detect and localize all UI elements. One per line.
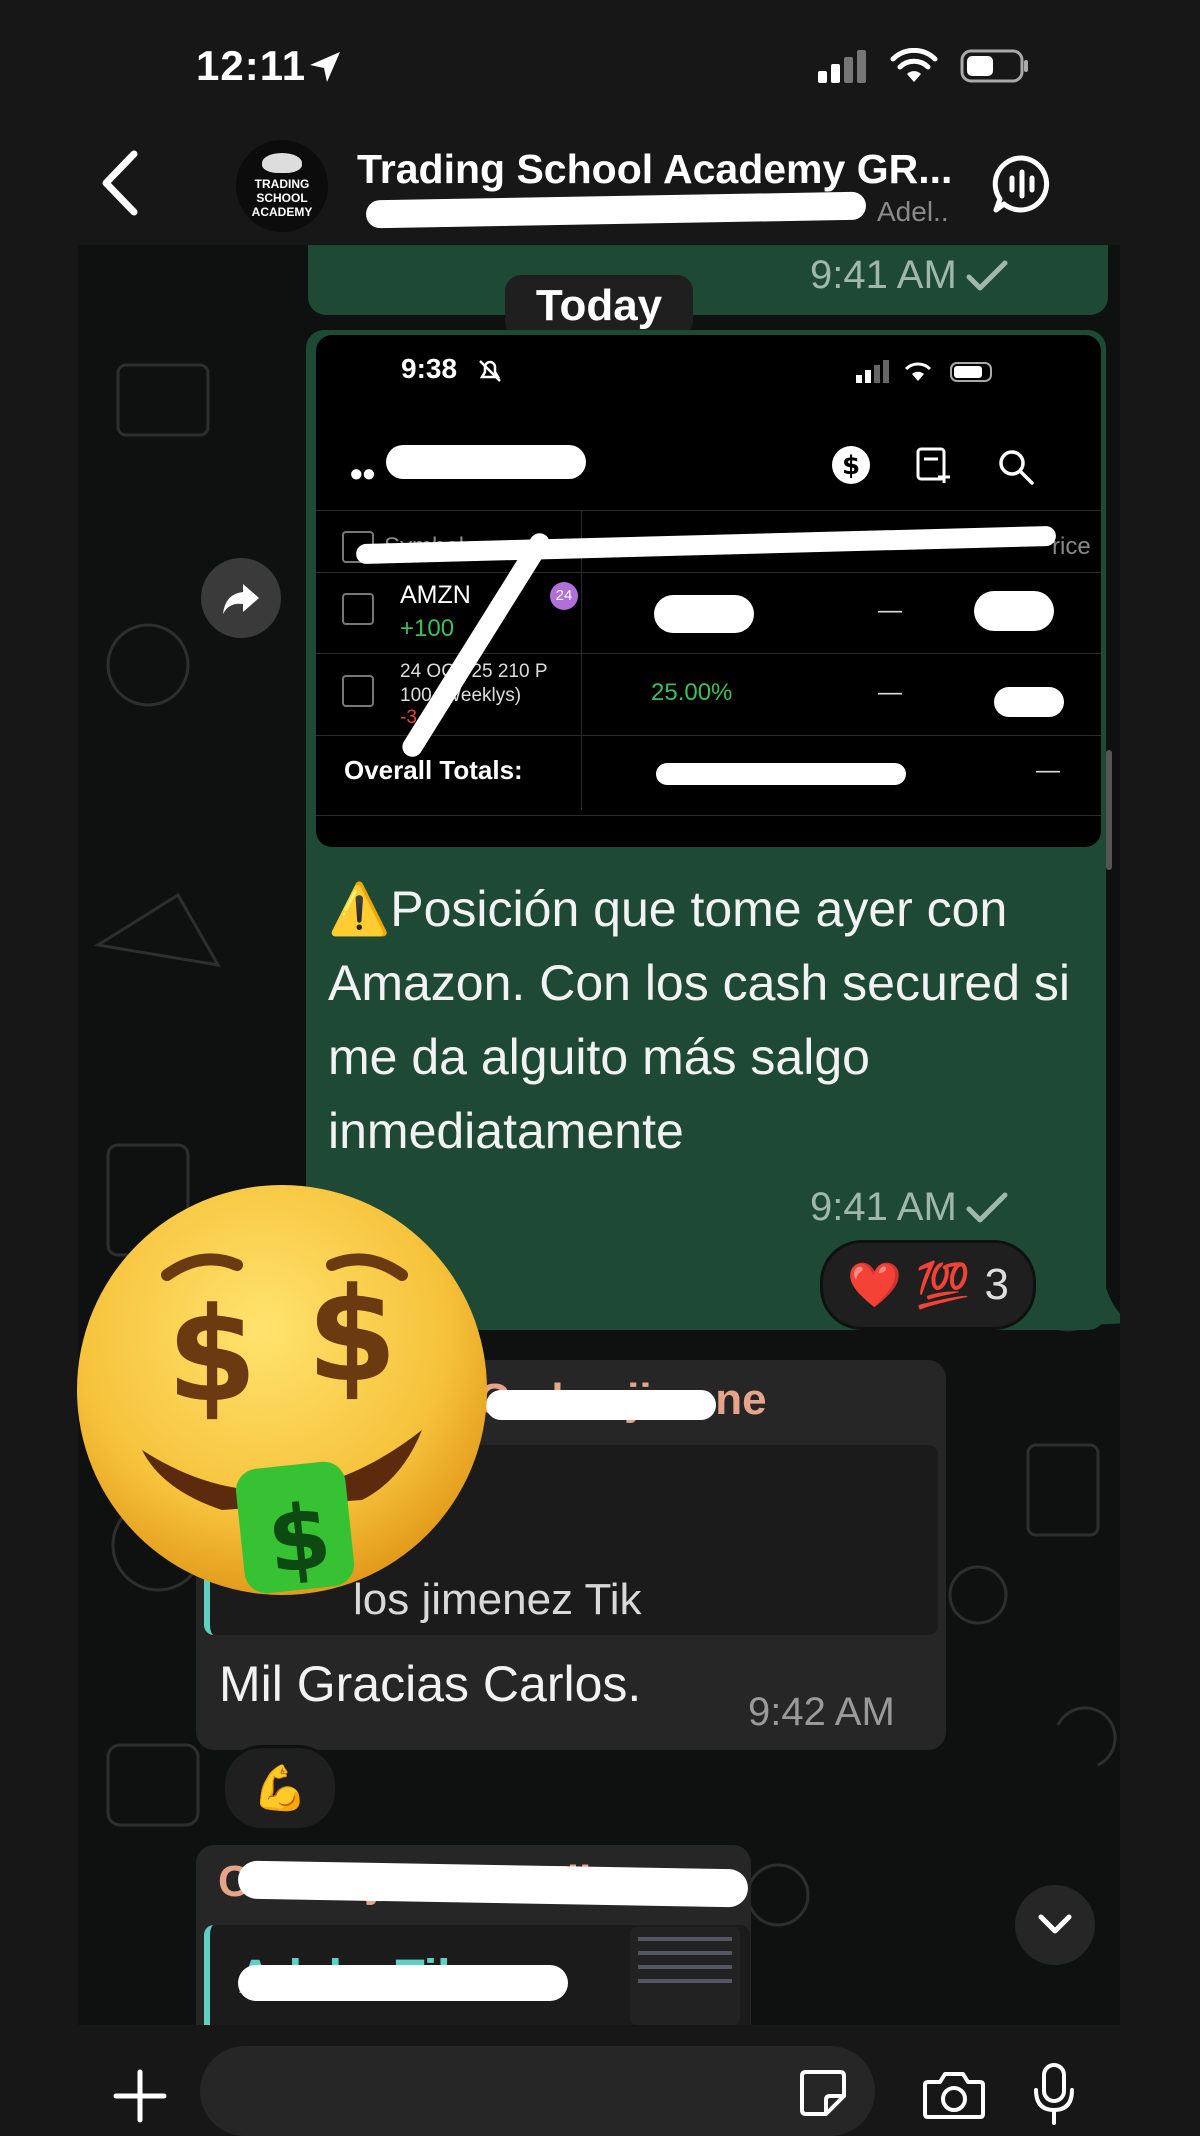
row1-qty: +100 (400, 615, 455, 642)
reply-text: Mil Gracias Carlos. (219, 1656, 642, 1712)
svg-text:$: $ (842, 451, 860, 481)
muted-bell-icon (479, 360, 501, 382)
screenshot-dots: •• (350, 453, 376, 494)
chat-title[interactable]: Trading School Academy GR... (357, 146, 952, 193)
redaction-scribble (974, 591, 1054, 631)
battery-icon (960, 49, 1028, 83)
microphone-icon[interactable] (1032, 2062, 1076, 2126)
row2-dash: — (878, 679, 902, 706)
search-icon (999, 450, 1034, 485)
money-mouth-face-icon: $ $ $ (77, 1185, 487, 1595)
chat-area[interactable]: 9:41 AM Today 9:38 •• $ Symbol rice AMZN… (78, 245, 1120, 2025)
quote-thumbnail (630, 1927, 740, 2025)
row1-symbol: AMZN (400, 581, 471, 609)
status-icons (816, 48, 1030, 84)
hundred-reaction-icon: 💯 (915, 1261, 971, 1310)
reaction-count: 3 (984, 1260, 1010, 1309)
redaction-scribble (238, 1965, 568, 2001)
screenshot-status-icons (856, 360, 992, 383)
message-input[interactable] (200, 2046, 875, 2136)
wifi-icon (890, 48, 938, 82)
bubble-tail (1088, 1245, 1120, 1325)
screenshot-time: 9:38 (401, 353, 458, 384)
dollar-eye-right: $ (307, 1259, 397, 1411)
scroll-to-bottom-button[interactable] (1015, 1885, 1095, 1965)
sent-check-icon (966, 1192, 1008, 1222)
chevron-down-icon (1038, 1914, 1072, 1934)
svg-text:$: $ (263, 1484, 336, 1595)
warning-icon: ⚠️ (328, 881, 391, 937)
redaction-scribble (386, 445, 586, 479)
row1-dash: — (878, 597, 902, 624)
redaction-scribble (486, 1390, 716, 1420)
voice-chat-icon[interactable] (992, 154, 1052, 214)
location-arrow-icon (310, 52, 340, 82)
redaction-scribble (656, 763, 906, 785)
group-avatar[interactable]: TRADING SCHOOL ACADEMY (236, 140, 328, 232)
scrollbar[interactable] (1106, 750, 1112, 870)
reply-reaction[interactable]: 💪 (222, 1745, 338, 1831)
message-time: 9:41 AM (810, 1185, 1009, 1230)
avatar-text: TRADING SCHOOL ACADEMY (251, 177, 313, 219)
status-time: 12:11 (196, 42, 307, 89)
camera-icon[interactable] (922, 2070, 986, 2120)
message-text: ⚠️Posición que tome ayer con Amazon. Con… (328, 881, 1071, 1159)
shared-screenshot-image[interactable]: 9:38 •• $ Symbol rice AMZN +100 24 — 24 … (316, 335, 1101, 847)
dollar-eye-left: $ (167, 1279, 257, 1431)
row2-pct: 25.00% (651, 679, 733, 706)
logo-bird-icon (262, 153, 302, 173)
totals-dash: — (1036, 757, 1060, 784)
dollar-circle-icon: $ (832, 446, 870, 484)
redaction-scribble (654, 595, 754, 633)
message-time: 9:41 AM (810, 253, 1009, 298)
add-order-icon (916, 447, 950, 483)
message-reactions[interactable]: ❤️ 💯 3 (820, 1240, 1036, 1330)
sticker-icon[interactable] (798, 2068, 848, 2118)
row1-badge: 24 (550, 582, 578, 610)
heart-reaction-icon: ❤️ (846, 1261, 902, 1310)
reply-time: 9:42 AM (748, 1690, 895, 1734)
redaction-scribble (355, 525, 1057, 565)
column-price: rice (1052, 533, 1091, 560)
forward-arrow-icon (223, 584, 259, 614)
back-chevron-icon[interactable] (96, 148, 146, 218)
forward-button[interactable] (201, 558, 281, 638)
redaction-scribble (398, 529, 554, 761)
plus-attach-icon[interactable] (112, 2068, 168, 2124)
overall-totals-label: Overall Totals: (344, 755, 523, 785)
cellular-signal-icon (818, 50, 866, 83)
date-separator: Today (505, 275, 693, 337)
redaction-scribble (994, 687, 1064, 717)
sent-check-icon (966, 260, 1008, 290)
